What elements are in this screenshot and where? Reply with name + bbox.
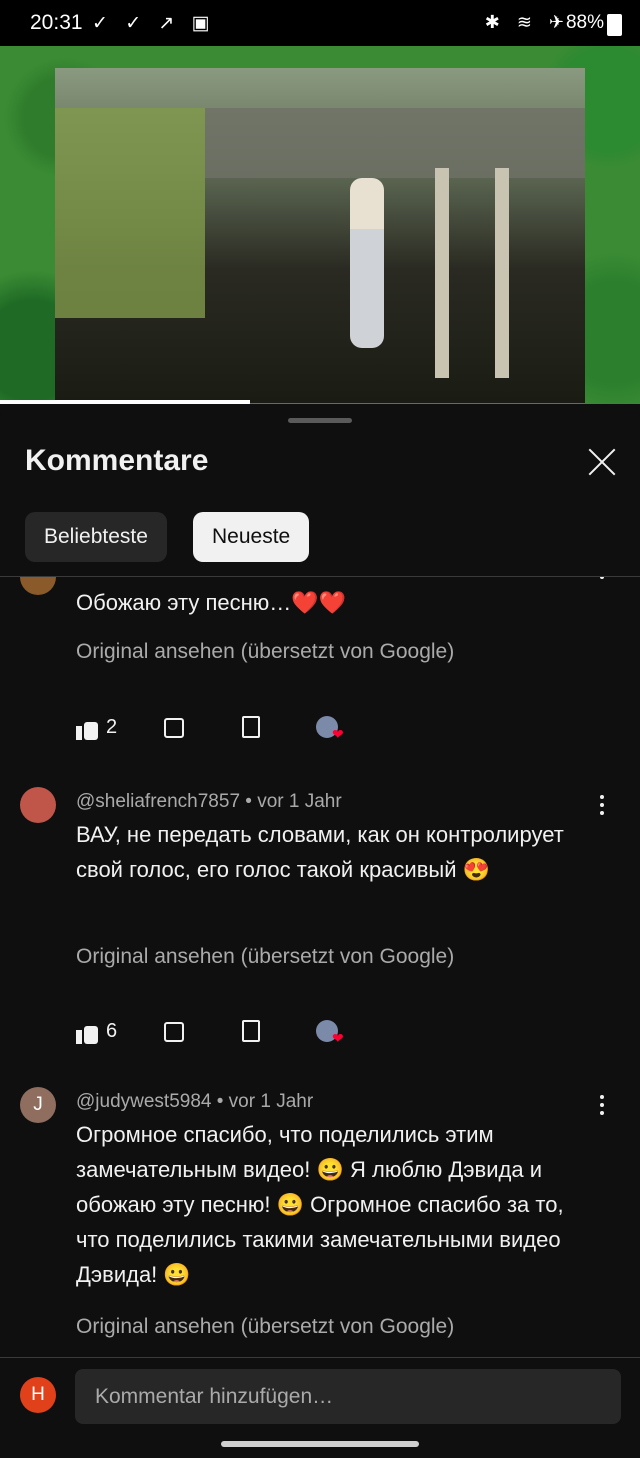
status-bar: 20:31 ✓ ✓ ↗ ▣ ✱ ≋ ✈ 88% [0, 0, 640, 46]
comment-list[interactable]: Обожаю эту песню…❤️❤️ Original ansehen (… [0, 577, 640, 1355]
video-frame [55, 68, 585, 403]
heart-icon: ❤ [332, 726, 344, 742]
battery-percent: 88% [565, 12, 604, 33]
divider [0, 1357, 640, 1358]
see-original-link[interactable]: Original ansehen (übersetzt von Google) [76, 1315, 454, 1339]
see-original-link[interactable]: Original ansehen (übersetzt von Google) [76, 945, 454, 969]
dislike-icon[interactable] [164, 1022, 184, 1042]
avatar[interactable] [20, 787, 56, 823]
dislike-icon[interactable] [164, 718, 184, 738]
sheet-title: Kommentare [25, 444, 209, 477]
avatar[interactable]: J [20, 1087, 56, 1123]
like-icon[interactable] [76, 1022, 98, 1044]
reply-icon[interactable] [242, 1020, 260, 1042]
more-options-icon[interactable] [600, 1095, 606, 1119]
like-count: 2 [106, 716, 118, 738]
add-comment-input[interactable]: Kommentar hinzufügen… [75, 1369, 621, 1424]
comment-actions: 6 ❤ [76, 1020, 376, 1050]
video-scene [205, 108, 585, 178]
chip-top-comments[interactable]: Beliebteste [25, 512, 167, 562]
video-player[interactable] [0, 46, 640, 404]
comment-text: ВАУ, не передать словами, как он контрол… [76, 822, 564, 882]
heart-icon: ❤ [332, 1030, 344, 1046]
video-scene [435, 168, 449, 378]
avatar[interactable] [20, 577, 56, 595]
like-count: 6 [106, 1020, 118, 1042]
comment-text: Огромное спасибо, что поделились этим за… [76, 1122, 564, 1287]
more-options-icon[interactable] [600, 795, 606, 819]
clock: 20:31 [30, 11, 83, 34]
drag-handle[interactable] [288, 418, 352, 423]
video-scene [495, 168, 509, 378]
more-options-icon[interactable] [600, 577, 606, 583]
connectivity-icons: ✱ ≋ ✈ [484, 12, 570, 32]
video-scene [350, 178, 384, 348]
user-avatar[interactable]: H [20, 1377, 56, 1413]
chip-newest[interactable]: Neueste [193, 512, 310, 562]
reply-icon[interactable] [242, 716, 260, 738]
comment-meta: @judywest5984 • vor 1 Jahr [76, 1091, 314, 1112]
battery-icon [607, 14, 622, 36]
notification-icons: ✓ ✓ ↗ ▣ [92, 13, 216, 34]
see-original-link[interactable]: Original ansehen (übersetzt von Google) [76, 640, 454, 664]
comment-actions: 2 ❤ [76, 716, 376, 746]
close-icon[interactable] [586, 446, 618, 478]
comment-text: Обожаю эту песню…❤️❤️ [76, 590, 347, 615]
like-icon[interactable] [76, 718, 98, 740]
gesture-bar[interactable] [221, 1441, 419, 1447]
video-scene [55, 108, 205, 318]
comment-meta: @sheliafrench7857 • vor 1 Jahr [76, 791, 342, 812]
comments-sheet: Kommentare Beliebteste Neueste Обожаю эт… [0, 404, 640, 1458]
